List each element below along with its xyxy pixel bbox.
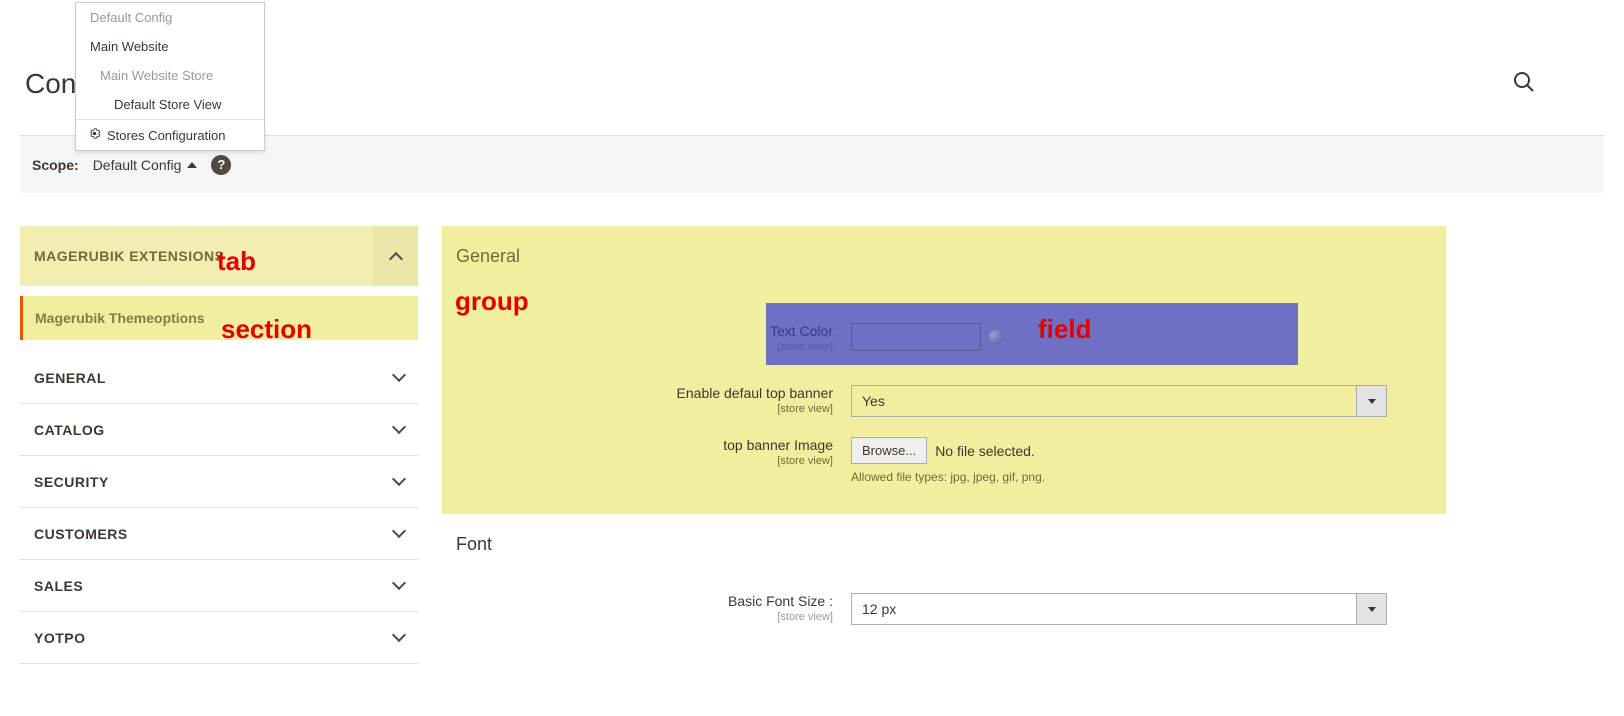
group-title-font[interactable]: Font (456, 534, 1432, 555)
sidebar-item-label: CATALOG (34, 422, 105, 438)
chevron-up-icon (187, 162, 197, 168)
chevron-down-icon (392, 368, 406, 382)
sidebar-tab-magerubik-extensions[interactable]: MAGERUBIK EXTENSIONS (20, 226, 418, 286)
file-hint: Allowed file types: jpg, jpeg, gif, png. (851, 470, 1045, 484)
chevron-down-icon (392, 420, 406, 434)
field-label: Basic Font Size : (456, 593, 833, 609)
field-text-color: Text Color [store view] (766, 303, 1298, 365)
field-scope: [store view] (456, 403, 833, 415)
sidebar-item-sales[interactable]: SALES (20, 560, 418, 612)
sidebar-section-magerubik-themeoptions[interactable]: Magerubik Themeoptions (20, 296, 418, 340)
browse-button[interactable]: Browse... (851, 437, 927, 464)
chevron-up-icon (388, 251, 402, 265)
text-color-input[interactable] (851, 323, 981, 351)
sidebar-tab-label: MAGERUBIK EXTENSIONS (34, 248, 224, 264)
chevron-down-icon (1357, 385, 1387, 417)
scope-switcher[interactable]: Default Config (93, 157, 198, 173)
sidebar-item-label: SALES (34, 578, 83, 594)
help-icon[interactable]: ? (211, 155, 231, 175)
field-top-banner-image: top banner Image [store view] Browse... … (456, 437, 1432, 484)
config-sidebar: MAGERUBIK EXTENSIONS Magerubik Themeopti… (20, 226, 418, 664)
sidebar-tab-collapse[interactable] (373, 226, 418, 286)
group-title-general[interactable]: General (456, 246, 1432, 267)
chevron-down-icon (392, 524, 406, 538)
sidebar-item-label: GENERAL (34, 370, 106, 386)
sidebar-item-label: SECURITY (34, 474, 109, 490)
sidebar-item-label: YOTPO (34, 630, 86, 646)
sidebar-item-yotpo[interactable]: YOTPO (20, 612, 418, 664)
store-switcher-dropdown[interactable]: Default Config Main Website Main Website… (75, 2, 265, 151)
field-basic-font-size: Basic Font Size : [store view] 12 px (456, 593, 1432, 625)
field-enable-top-banner: Enable defaul top banner [store view] Ye… (456, 385, 1432, 417)
select-value: 12 px (851, 593, 1357, 625)
sidebar-item-general[interactable]: GENERAL (20, 352, 418, 404)
gear-icon (88, 127, 101, 143)
sidebar-item-customers[interactable]: CUSTOMERS (20, 508, 418, 560)
chevron-down-icon (1357, 593, 1387, 625)
field-scope: [store view] (456, 455, 833, 467)
store-option-main-website-store: Main Website Store (76, 61, 264, 90)
config-main: General Text Color [store view] Enable d… (442, 226, 1446, 665)
enable-banner-select[interactable]: Yes (851, 385, 1387, 417)
chevron-down-icon (392, 576, 406, 590)
sidebar-item-label: CUSTOMERS (34, 526, 128, 542)
sidebar-item-security[interactable]: SECURITY (20, 456, 418, 508)
select-value: Yes (851, 385, 1357, 417)
store-option-default-store-view[interactable]: Default Store View (76, 90, 264, 119)
field-label: top banner Image (456, 437, 833, 453)
stores-configuration-label: Stores Configuration (107, 128, 226, 143)
scope-label: Scope: (32, 157, 79, 173)
color-swatch-icon[interactable] (989, 330, 1003, 344)
chevron-down-icon (392, 472, 406, 486)
scope-value-text: Default Config (93, 157, 182, 173)
field-label: Enable defaul top banner (456, 385, 833, 401)
group-font: Font Basic Font Size : [store view] 12 p… (442, 514, 1446, 665)
field-scope: [store view] (456, 611, 833, 623)
store-option-default-config: Default Config (76, 3, 264, 32)
stores-configuration-link[interactable]: Stores Configuration (76, 119, 264, 150)
search-icon[interactable] (1512, 70, 1536, 99)
field-scope: [store view] (766, 341, 833, 353)
sidebar-item-catalog[interactable]: CATALOG (20, 404, 418, 456)
store-option-main-website[interactable]: Main Website (76, 32, 264, 61)
group-general: General Text Color [store view] Enable d… (442, 226, 1446, 514)
basic-font-size-select[interactable]: 12 px (851, 593, 1387, 625)
field-label: Text Color (766, 323, 833, 339)
chevron-down-icon (392, 628, 406, 642)
file-status: No file selected. (935, 443, 1035, 459)
